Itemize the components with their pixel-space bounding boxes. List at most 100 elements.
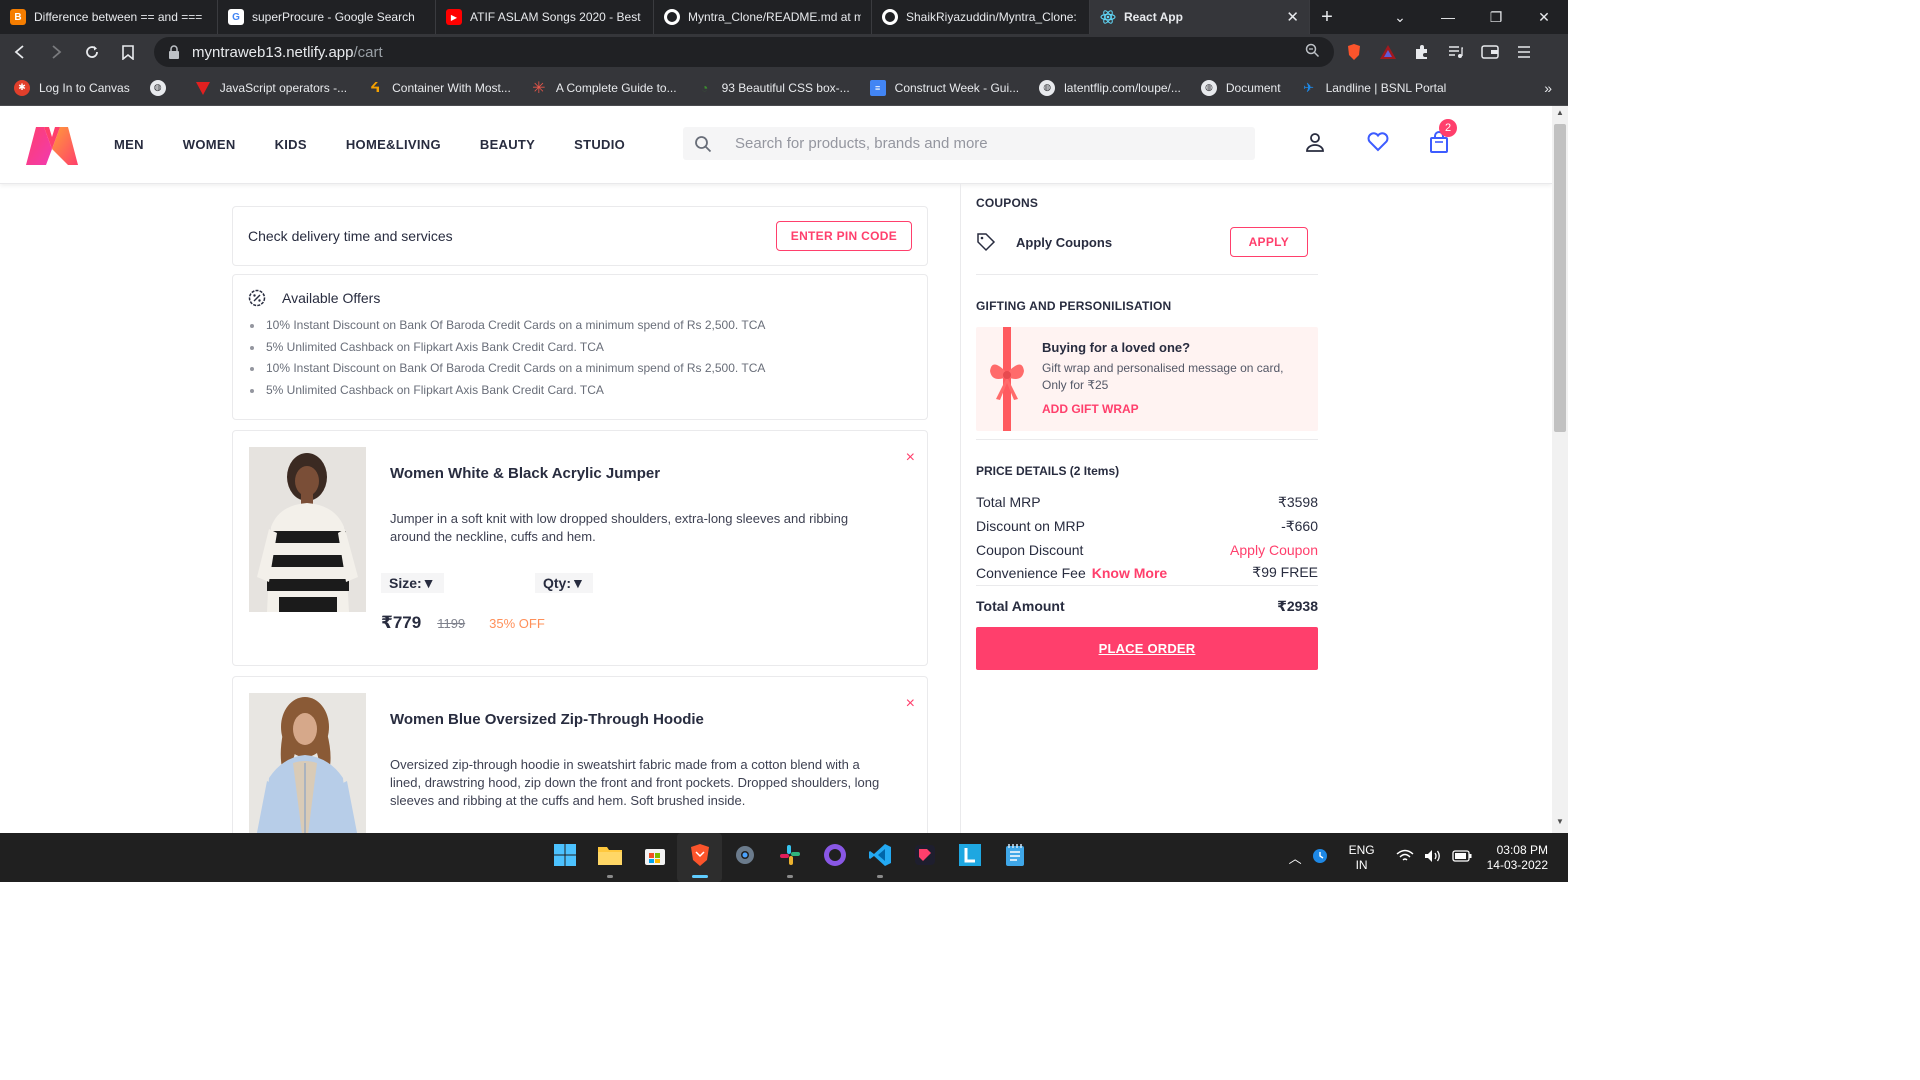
- taskbar-settings[interactable]: [722, 833, 767, 882]
- know-more-link[interactable]: Know More: [1092, 565, 1167, 581]
- wallet-icon[interactable]: [1480, 42, 1500, 62]
- coupons-title: COUPONS: [976, 196, 1039, 210]
- gifting-title: GIFTING AND PERSONILISATION: [976, 299, 1172, 313]
- back-icon[interactable]: [4, 36, 36, 68]
- product-image-hoodie[interactable]: [249, 693, 366, 833]
- place-order-button[interactable]: PLACE ORDER: [976, 627, 1318, 670]
- taskbar-slack[interactable]: [767, 833, 812, 882]
- wifi-icon[interactable]: [1396, 849, 1414, 866]
- new-tab-button[interactable]: +: [1310, 0, 1344, 34]
- nav-home-living[interactable]: HOME&LIVING: [346, 137, 441, 152]
- volume-icon[interactable]: [1424, 849, 1442, 866]
- browser-tab-active[interactable]: React App ✕: [1090, 0, 1310, 34]
- chevron-up-icon[interactable]: ︿: [1289, 848, 1302, 867]
- browser-tab[interactable]: G superProcure - Google Search: [218, 0, 436, 34]
- bsnl-icon: ✈: [1303, 79, 1315, 95]
- nav-beauty[interactable]: BEAUTY: [480, 137, 535, 152]
- bookmark-item[interactable]: ✱ Log In to Canvas: [14, 79, 130, 96]
- start-button[interactable]: [542, 833, 587, 882]
- add-gift-wrap-link[interactable]: ADD GIFT WRAP: [1042, 402, 1139, 416]
- remove-item-icon[interactable]: ×: [906, 695, 915, 713]
- bookmark-item[interactable]: ≡ Construct Week - Gui...: [869, 79, 1020, 96]
- language-indicator[interactable]: ENG IN: [1349, 843, 1375, 873]
- battery-icon[interactable]: [1451, 850, 1472, 865]
- wishlist-button[interactable]: [1367, 126, 1429, 162]
- menu-icon[interactable]: [1514, 42, 1534, 62]
- size-select[interactable]: Size:▼: [381, 573, 444, 594]
- canvas-icon: ✱: [14, 79, 30, 96]
- page-scrollbar[interactable]: ▲ ▼: [1552, 106, 1568, 833]
- bookmark-label: Construct Week - Gui...: [894, 80, 1020, 95]
- extensions-area: [1344, 42, 1534, 62]
- product-name[interactable]: Women Blue Oversized Zip-Through Hoodie: [390, 711, 704, 728]
- taskbar-app-l[interactable]: [947, 833, 992, 882]
- gift-ribbon-icon: [986, 327, 1028, 436]
- taskbar-github-desktop[interactable]: [812, 833, 857, 882]
- taskbar-store[interactable]: [632, 833, 677, 882]
- extensions-icon[interactable]: [1412, 42, 1432, 62]
- browser-tab[interactable]: B Difference between == and ===: [0, 0, 218, 34]
- zoom-icon[interactable]: [1305, 43, 1320, 61]
- close-window-icon[interactable]: ✕: [1520, 9, 1568, 26]
- price-row-total-mrp: Total MRP ₹3598: [976, 490, 1318, 514]
- bookmark-item[interactable]: JavaScript operators -...: [195, 80, 347, 96]
- cart-item: Women Blue Oversized Zip-Through Hoodie …: [232, 676, 928, 833]
- heart-icon: [1367, 131, 1389, 157]
- bookmark-label: 93 Beautiful CSS box-...: [721, 80, 850, 95]
- playlist-icon[interactable]: [1446, 42, 1466, 62]
- offer-item: 10% Instant Discount on Bank Of Baroda C…: [248, 315, 912, 337]
- bag-button[interactable]: [1429, 126, 1491, 162]
- bookmark-item[interactable]: ◔ 93 Beautiful CSS box-...: [697, 80, 850, 96]
- gift-wrap-card: Buying for a loved one? Gift wrap and pe…: [976, 327, 1318, 431]
- scroll-up-icon[interactable]: ▲: [1552, 108, 1568, 122]
- browser-tab[interactable]: Myntra_Clone/README.md at ma: [654, 0, 872, 34]
- quantity-select[interactable]: Qty:▼: [535, 573, 593, 594]
- bookmarks-overflow-button[interactable]: »: [1544, 80, 1552, 96]
- remove-item-icon[interactable]: ×: [906, 449, 915, 467]
- search-icon[interactable]: [683, 135, 723, 153]
- myntra-logo[interactable]: [22, 123, 82, 167]
- browser-tab[interactable]: ShaikRiyazuddin/Myntra_Clone: C: [872, 0, 1090, 34]
- language-code: ENG: [1348, 842, 1375, 857]
- close-tab-icon[interactable]: ✕: [1286, 8, 1299, 26]
- minimize-icon[interactable]: —: [1424, 9, 1472, 25]
- brave-rewards-icon[interactable]: [1378, 42, 1398, 62]
- taskbar-app-pink[interactable]: [902, 833, 947, 882]
- bookmark-item[interactable]: ✈ Landline | BSNL Portal: [1301, 79, 1446, 96]
- taskbar-vscode[interactable]: [857, 833, 902, 882]
- nav-men[interactable]: MEN: [114, 137, 144, 152]
- reload-icon[interactable]: [76, 36, 108, 68]
- bookmark-item[interactable]: ◍ latentflip.com/loupe/...: [1039, 79, 1181, 96]
- nav-studio[interactable]: STUDIO: [574, 137, 625, 152]
- taskbar-notepad[interactable]: [992, 833, 1037, 882]
- apply-coupon-button[interactable]: APPLY: [1229, 227, 1308, 257]
- apply-coupon-link[interactable]: Apply Coupon: [1230, 542, 1318, 558]
- bookmark-icon[interactable]: [112, 36, 144, 68]
- bookmark-item[interactable]: ✳ A Complete Guide to...: [531, 80, 676, 97]
- total-value: ₹2938: [1277, 598, 1318, 614]
- nav-kids[interactable]: KIDS: [275, 137, 307, 152]
- nav-women[interactable]: WOMEN: [183, 137, 236, 152]
- taskbar-brave[interactable]: [677, 833, 722, 882]
- tray-app-icon[interactable]: [1312, 848, 1328, 867]
- browser-tab[interactable]: ▶ ATIF ASLAM Songs 2020 - Best Of: [436, 0, 654, 34]
- enter-pin-code-button[interactable]: ENTER PIN CODE: [775, 221, 912, 251]
- clock[interactable]: 03:08 PM 14-03-2022: [1487, 843, 1548, 873]
- system-tray: ︿ ENG IN 03:08 PM 14-03-2022: [1284, 833, 1568, 882]
- restore-icon[interactable]: ❐: [1472, 9, 1520, 26]
- bookmark-item[interactable]: ◍: [149, 79, 175, 96]
- brave-shield-icon[interactable]: [1344, 42, 1364, 62]
- address-bar[interactable]: myntraweb13.netlify.app/cart: [154, 37, 1334, 67]
- blogger-icon: B: [10, 9, 26, 25]
- tab-search-icon[interactable]: ⌄: [1376, 9, 1424, 26]
- forward-icon[interactable]: [40, 36, 72, 68]
- product-image-jumper[interactable]: [249, 447, 366, 613]
- bookmark-item[interactable]: ◍ Document: [1200, 79, 1281, 96]
- bookmark-item[interactable]: ᔦ Container With Most...: [367, 80, 511, 96]
- search-input[interactable]: [735, 135, 1215, 152]
- product-name[interactable]: Women White & Black Acrylic Jumper: [390, 465, 660, 482]
- scrollbar-thumb[interactable]: [1554, 124, 1566, 432]
- profile-button[interactable]: [1305, 126, 1367, 162]
- taskbar-file-explorer[interactable]: [587, 833, 632, 882]
- scroll-down-icon[interactable]: ▼: [1552, 817, 1568, 831]
